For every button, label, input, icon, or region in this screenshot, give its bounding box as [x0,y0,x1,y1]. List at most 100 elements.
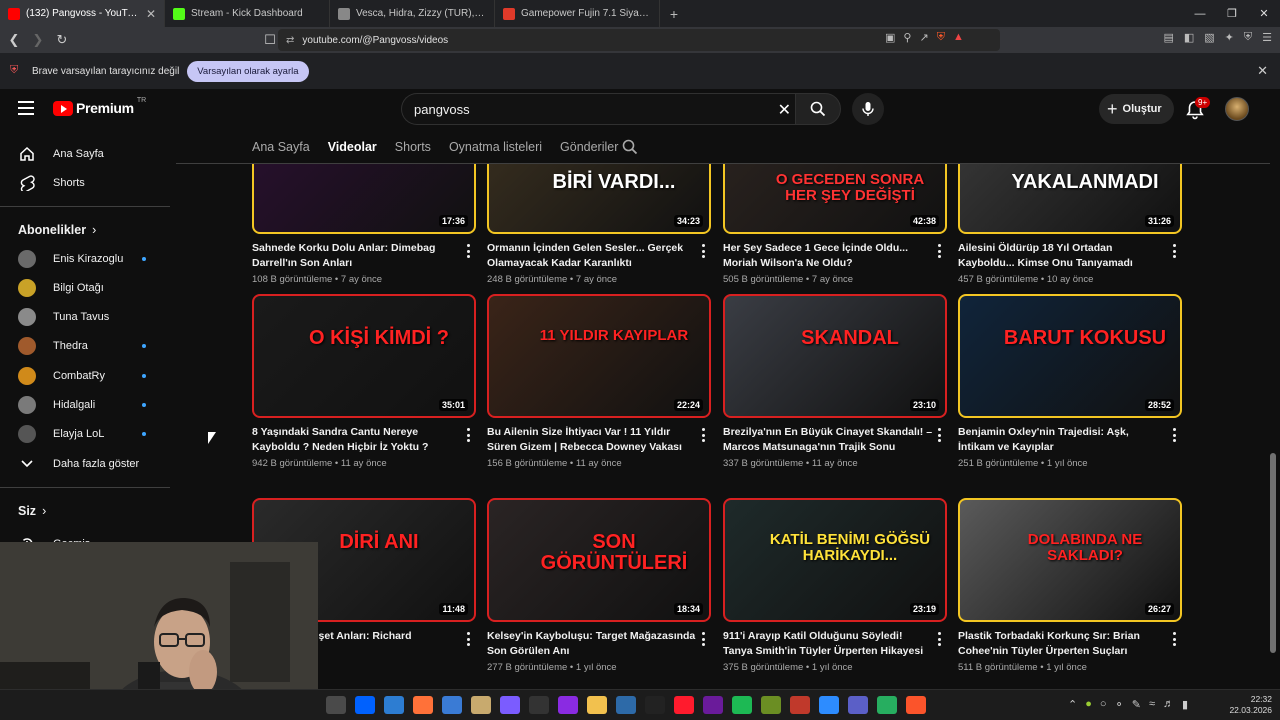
subscriptions-heading[interactable]: Abonelikler › [18,223,96,237]
calendar-icon[interactable] [616,696,636,714]
subscription-item[interactable]: Hidalgali [0,391,170,420]
more-actions-icon[interactable] [1172,428,1176,442]
back-icon[interactable]: ❮ [4,30,24,50]
battery-icon[interactable]: ▮ [1182,698,1188,711]
video-thumbnail[interactable]: DOLABINDA NE SAKLADI? 26:27 [958,498,1182,622]
more-actions-icon[interactable] [937,632,941,646]
show-more-button[interactable]: Daha fazla göster [0,449,170,478]
brave-shields-icon[interactable]: ⛨ [937,31,945,44]
more-actions-icon[interactable] [701,244,705,258]
video-title[interactable]: Bu Ailenin Size İhtiyacı Var ! 11 Yıldır… [487,425,697,455]
purple-app-icon[interactable] [558,696,578,714]
sidebar-item-shorts[interactable]: Shorts [0,168,170,197]
wifi-icon[interactable]: ≈ [1149,698,1155,711]
tab-videolar[interactable]: Videolar [328,140,377,154]
vpn-icon[interactable]: ⛨ [1244,31,1252,44]
teams-icon[interactable] [848,696,868,714]
video-title[interactable]: Benjamin Oxley'nin Trajedisi: Aşk, İntik… [958,425,1168,455]
more-actions-icon[interactable] [1172,244,1176,258]
sidebar-toggle-icon[interactable]: ◧ [1184,31,1194,44]
browser-tab[interactable]: (132) Pangvoss - YouTube ✕ [0,0,165,27]
reload-icon[interactable]: ↻ [52,30,72,50]
league-icon[interactable] [471,696,491,714]
voice-search-button[interactable] [852,93,884,125]
tab-ana-sayfa[interactable]: Ana Sayfa [252,140,310,154]
youtube-premium-logo[interactable]: Premium TR [53,97,146,116]
subscription-item[interactable]: Enis Kirazoglu [0,244,170,273]
app-icon[interactable] [442,696,462,714]
notion-icon[interactable] [529,696,549,714]
more-actions-icon[interactable] [466,244,470,258]
new-tab-icon[interactable]: + [660,0,688,27]
sidebar-item-ana-sayfa[interactable]: Ana Sayfa [0,139,170,168]
subscription-item[interactable]: Thedra [0,332,170,361]
more-actions-icon[interactable] [937,244,941,258]
video-thumbnail[interactable]: SON GÖRÜNTÜLERİ 18:34 [487,498,711,622]
video-title[interactable]: Kelsey'in Kayboluşu: Target Mağazasında … [487,629,697,659]
file-explorer-icon[interactable] [326,696,346,714]
tray-pen-icon[interactable]: ✎ [1132,698,1141,711]
tray-microphone-icon[interactable]: ⚬ [1115,698,1124,711]
more-actions-icon[interactable] [701,632,705,646]
video-thumbnail[interactable]: 17:36 [252,164,476,234]
search-button[interactable] [795,93,841,125]
video-title[interactable]: Ailesini Öldürüp 18 Yıl Ortadan Kayboldu… [958,241,1168,271]
browser-tab[interactable]: Stream - Kick Dashboard [165,0,330,27]
video-title[interactable]: Her Şey Sadece 1 Gece İçinde Oldu... Mor… [723,241,933,271]
minecraft-icon[interactable] [761,696,781,714]
app2-icon[interactable] [703,696,723,714]
video-title[interactable]: 911'i Arayıp Katil Olduğunu Söyledi! Tan… [723,629,933,659]
channel-search-icon[interactable] [622,139,638,155]
forward-icon[interactable]: ❯ [28,30,48,50]
more-actions-icon[interactable] [1172,632,1176,646]
menu-icon[interactable]: ☰ [1262,31,1272,44]
video-thumbnail[interactable]: BİRİ VARDI... 34:23 [487,164,711,234]
you-heading[interactable]: Siz › [18,504,46,518]
subscription-item[interactable]: CombatRy [0,361,170,390]
video-thumbnail[interactable]: O KİŞİ KİMDİ ? 35:01 [252,294,476,418]
restore-icon[interactable]: ❐ [1216,0,1248,27]
tray-chevron-icon[interactable]: ⌃ [1068,698,1077,711]
search-input[interactable] [414,101,754,117]
video-title[interactable]: Plastik Torbadaki Korkunç Sır: Brian Coh… [958,629,1168,659]
store-icon[interactable] [384,696,404,714]
video-thumbnail[interactable]: SKANDAL 23:10 [723,294,947,418]
guide-menu-icon[interactable] [18,101,34,115]
subscription-item[interactable]: Elayja LoL [0,420,170,449]
red-app-icon[interactable] [790,696,810,714]
more-actions-icon[interactable] [466,632,470,646]
brave-icon[interactable] [906,696,926,714]
leo-ai-icon[interactable]: ✦ [1225,31,1234,44]
browser-tab[interactable]: Gamepower Fujin 7.1 Siyah Surround [495,0,660,27]
clear-search-icon[interactable]: ✕ [778,100,791,120]
video-title[interactable]: Sahnede Korku Dolu Anlar: Dimebag Darrel… [252,241,462,271]
video-thumbnail[interactable]: YAKALANMADI 31:26 [958,164,1182,234]
app3-icon[interactable] [877,696,897,714]
tab-oynatma-listeleri[interactable]: Oynatma listeleri [449,140,542,154]
opera-icon[interactable] [674,696,694,714]
cast-icon[interactable]: ▣ [885,31,895,44]
zoom-icon[interactable]: ⚲ [903,31,911,44]
tab-close-icon[interactable]: ✕ [146,7,156,21]
video-title[interactable]: Ormanın İçinden Gelen Sesler... Gerçek O… [487,241,697,271]
video-thumbnail[interactable]: KATİL BENİM! GÖĞSÜ HARİKAYDI... 23:19 [723,498,947,622]
spotify-icon[interactable] [732,696,752,714]
set-default-button[interactable]: Varsayılan olarak ayarla [187,60,309,82]
share-icon[interactable]: ↗ [919,31,928,44]
copilot-icon[interactable] [500,696,520,714]
tray-app-icon[interactable]: ● [1085,698,1092,711]
tray-app2-icon[interactable]: ○ [1100,698,1107,711]
notion2-icon[interactable] [645,696,665,714]
more-actions-icon[interactable] [701,428,705,442]
dropbox-icon[interactable] [355,696,375,714]
video-thumbnail[interactable]: BARUT KOKUSU 28:52 [958,294,1182,418]
browser-tab[interactable]: Vesca, Hidra, Zizzy (TUR), aspi, Harim [330,0,495,27]
tab-gönderiler[interactable]: Gönderiler [560,140,618,154]
video-thumbnail[interactable]: 11 YILDIR KAYIPLAR 22:24 [487,294,711,418]
reader-icon[interactable]: ▤ [1163,31,1173,44]
infobar-close-icon[interactable]: ✕ [1257,63,1268,79]
tab-shorts[interactable]: Shorts [395,140,431,154]
brave-rewards-icon[interactable]: ▲ [953,31,964,44]
firefox-icon[interactable] [413,696,433,714]
more-actions-icon[interactable] [937,428,941,442]
